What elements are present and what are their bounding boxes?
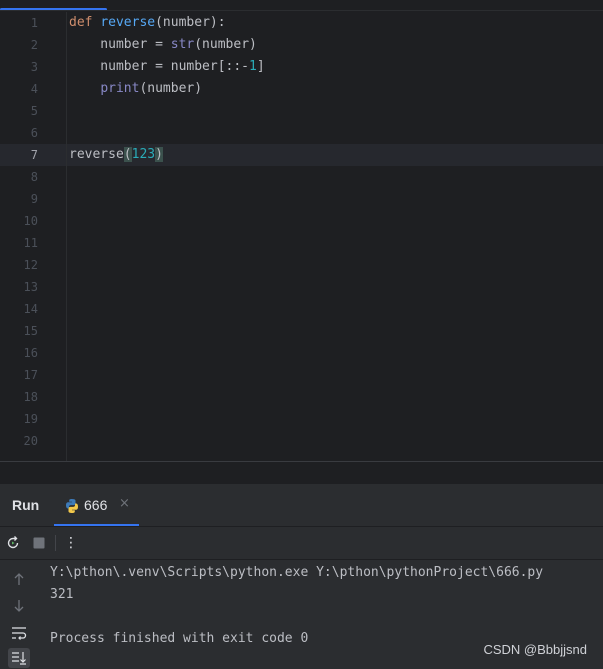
run-toolbar: ⋮ bbox=[0, 527, 603, 560]
line-number: 11 bbox=[23, 236, 38, 250]
python-icon bbox=[64, 498, 80, 514]
code-line-4: print(number) bbox=[69, 78, 202, 100]
line-number: 6 bbox=[30, 126, 38, 140]
keyword-token: def bbox=[69, 15, 93, 30]
tab-666[interactable]: 666 × bbox=[54, 484, 139, 526]
builtin-token: print bbox=[100, 81, 140, 96]
line-number: 4 bbox=[30, 82, 38, 96]
line-number: 13 bbox=[23, 280, 38, 294]
number-token: 1 bbox=[249, 59, 257, 74]
gutter-divider bbox=[66, 12, 67, 461]
code-line-1: def reverse(number): bbox=[69, 12, 226, 34]
code-line-3: number = number[::-1] bbox=[69, 56, 265, 78]
builtin-token: str bbox=[170, 37, 195, 52]
line-number: 19 bbox=[23, 412, 38, 426]
line-number: 14 bbox=[23, 302, 38, 316]
number-token: 123 bbox=[131, 147, 156, 162]
line-number: 10 bbox=[23, 214, 38, 228]
bracket-match-open: ( bbox=[123, 147, 132, 162]
code-token: (number) bbox=[139, 81, 203, 96]
code-line-2: number = str(number) bbox=[69, 34, 257, 56]
watermark: CSDN @Bbbjjsnd bbox=[483, 642, 587, 657]
more-options-icon[interactable]: ⋮ bbox=[61, 533, 81, 553]
line-number-gutter[interactable]: 1 2 3 4 5 6 7 8 9 10 11 12 13 14 15 16 1… bbox=[0, 12, 66, 461]
code-token: ] bbox=[256, 59, 265, 74]
run-header: Run 666 × bbox=[0, 484, 603, 527]
code-token: (number) bbox=[194, 37, 257, 52]
run-title: Run bbox=[12, 497, 40, 513]
line-number: 5 bbox=[30, 104, 38, 118]
arrow-up-icon[interactable] bbox=[8, 569, 30, 589]
code-token: number = bbox=[69, 37, 171, 52]
console-line: Y:\pthon\.venv\Scripts\python.exe Y:\pth… bbox=[50, 565, 544, 580]
code-token: (number): bbox=[155, 15, 226, 30]
arrow-down-icon[interactable] bbox=[8, 596, 30, 616]
code-token: reverse bbox=[69, 147, 124, 162]
line-number: 2 bbox=[30, 38, 38, 52]
code-editor[interactable]: 1 2 3 4 5 6 7 8 9 10 11 12 13 14 15 16 1… bbox=[0, 0, 603, 461]
tab-label: 666 bbox=[84, 497, 108, 513]
line-number: 9 bbox=[30, 192, 38, 206]
bracket-match-close: ) bbox=[155, 147, 163, 162]
code-line-7: reverse(123) bbox=[69, 144, 163, 166]
soft-wrap-icon[interactable] bbox=[8, 623, 30, 643]
line-number: 18 bbox=[23, 390, 38, 404]
toolbar-separator bbox=[55, 535, 56, 551]
line-number: 16 bbox=[23, 346, 38, 360]
console-output[interactable]: Y:\pthon\.venv\Scripts\python.exe Y:\pth… bbox=[50, 562, 603, 650]
scroll-to-end-icon[interactable] bbox=[8, 648, 30, 668]
console-line: 321 bbox=[50, 587, 74, 602]
editor-top-border bbox=[0, 10, 603, 11]
tab-active-indicator bbox=[54, 524, 139, 526]
function-name-token: reverse bbox=[100, 15, 156, 30]
code-token: number = number[::- bbox=[69, 59, 250, 74]
line-number: 20 bbox=[23, 434, 38, 448]
console-side-toolbar bbox=[0, 560, 40, 669]
run-tool-window: Run 666 × ⋮ Y:\pthon\.venv\Scripts\pytho… bbox=[0, 484, 603, 669]
editor-bottom-border bbox=[0, 461, 603, 462]
line-number: 3 bbox=[30, 60, 38, 74]
line-number: 17 bbox=[23, 368, 38, 382]
rerun-icon[interactable] bbox=[3, 533, 23, 553]
line-number-current: 7 bbox=[30, 148, 38, 162]
line-number: 12 bbox=[23, 258, 38, 272]
line-number: 1 bbox=[30, 16, 38, 30]
close-icon[interactable]: × bbox=[119, 496, 130, 511]
line-number: 8 bbox=[30, 170, 38, 184]
line-number: 15 bbox=[23, 324, 38, 338]
stop-icon[interactable] bbox=[29, 533, 49, 553]
